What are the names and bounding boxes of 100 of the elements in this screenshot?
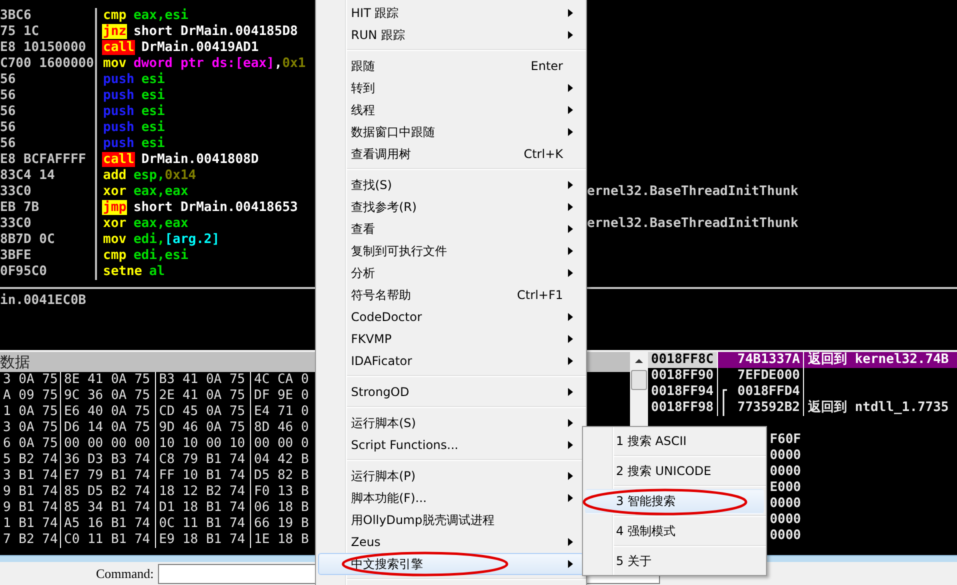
menu-item[interactable]: IDAFicator bbox=[318, 350, 584, 372]
submenu-arrow-icon bbox=[568, 106, 573, 114]
menu-item[interactable]: 中文搜索引擎 bbox=[318, 553, 584, 575]
stack-value: 0000 bbox=[770, 448, 801, 463]
submenu-arrow-icon bbox=[568, 203, 573, 211]
instruction-operands: edi,[arg.2] bbox=[133, 232, 220, 247]
menu-item[interactable]: 查看调用树 Ctrl+K bbox=[318, 143, 584, 165]
menu-item[interactable]: 4 强制模式 bbox=[585, 519, 764, 544]
scroll-thumb[interactable] bbox=[631, 370, 647, 390]
comment-text: ernel32.BaseThreadInitThunk bbox=[587, 184, 798, 199]
scroll-up-icon[interactable] bbox=[634, 358, 644, 364]
submenu-arrow-icon bbox=[568, 128, 573, 136]
submenu-arrow-icon bbox=[568, 472, 573, 480]
instruction-operands: eax,eax bbox=[133, 184, 188, 199]
instruction-mnemonic: push bbox=[102, 120, 136, 135]
hex-group: CD 45 0A 75 bbox=[156, 404, 251, 420]
instruction-operands: eax,esi bbox=[133, 8, 188, 23]
menu-item[interactable]: 查看 bbox=[318, 218, 584, 240]
instruction-operands: short DrMain.00418653 bbox=[133, 200, 298, 215]
submenu-arrow-icon bbox=[568, 247, 573, 255]
menu-item[interactable]: 数据窗口中跟随 bbox=[318, 121, 584, 143]
menu-item[interactable]: RUN 跟踪 bbox=[318, 24, 584, 46]
hex-bytes: 56 bbox=[0, 72, 16, 87]
menu-item[interactable]: 查找参考(R) bbox=[318, 196, 584, 218]
stack-value: 7EFDE000 bbox=[718, 368, 804, 384]
hex-bytes: 3BFE bbox=[0, 248, 32, 263]
instruction-mnemonic: mov bbox=[102, 232, 128, 247]
hex-group: E7 79 B1 74 bbox=[61, 468, 156, 484]
hex-bytes: 56 bbox=[0, 88, 16, 103]
hex-group: A5 16 B1 74 bbox=[61, 516, 156, 532]
instruction-operands: esi bbox=[141, 104, 165, 119]
hex-group: 6 0A 75 bbox=[0, 436, 61, 452]
hex-bytes: 0F95C0 bbox=[0, 264, 47, 279]
submenu-arrow-icon bbox=[568, 538, 573, 546]
hex-bytes: C700 1600000 bbox=[0, 56, 94, 71]
instruction-mnemonic: push bbox=[102, 104, 136, 119]
submenu-arrow-icon bbox=[568, 419, 573, 427]
stack-value: 773592B2 bbox=[718, 400, 804, 416]
instruction-mnemonic: jnz bbox=[102, 24, 128, 39]
hex-bytes: 33C0 bbox=[0, 216, 32, 231]
hex-bytes: 56 bbox=[0, 120, 16, 135]
submenu-arrow-icon bbox=[568, 84, 573, 92]
instruction-mnemonic: call bbox=[102, 40, 136, 55]
instruction-operands: esi bbox=[141, 88, 165, 103]
instruction-mnemonic: xor bbox=[102, 184, 128, 199]
instruction-operands: short DrMain.004185D8 bbox=[133, 24, 298, 39]
stack-value: 0000 bbox=[770, 496, 801, 511]
instruction-mnemonic: call bbox=[102, 152, 136, 167]
menu-item[interactable]: 转到 bbox=[318, 77, 584, 99]
instruction-mnemonic: setne bbox=[102, 264, 144, 279]
stack-value: F60F bbox=[770, 432, 801, 447]
menu-item[interactable]: 复制到可执行文件 bbox=[318, 240, 584, 262]
hex-group: 0C 11 B1 74 bbox=[156, 516, 251, 532]
instruction-mnemonic: push bbox=[102, 88, 136, 103]
stack-address: 0018FF8C bbox=[648, 352, 718, 368]
hex-group: D1 18 B1 74 bbox=[156, 500, 251, 516]
stack-comment: 返回到 kernel32.74B bbox=[808, 352, 949, 367]
menu-item[interactable]: HIT 跟踪 bbox=[318, 2, 584, 24]
hex-bytes: 75 1C bbox=[0, 24, 40, 39]
command-label: Command: bbox=[96, 566, 154, 582]
instruction-operands: DrMain.00419AD1 bbox=[141, 40, 259, 55]
hex-group: 3 B1 74 bbox=[0, 468, 61, 484]
hex-group: 85 D5 B2 74 bbox=[61, 484, 156, 500]
hex-bytes: E8 10150000 bbox=[0, 40, 86, 55]
menu-item[interactable]: 跟随 Enter bbox=[318, 55, 584, 77]
hex-bytes: 8B7D 0C bbox=[0, 232, 55, 247]
hex-group: 9D 46 0A 75 bbox=[156, 420, 251, 436]
instruction-mnemonic: push bbox=[102, 72, 136, 87]
instruction-mnemonic: push bbox=[102, 136, 136, 151]
menu-item[interactable]: 分析 bbox=[318, 262, 584, 284]
hex-bytes: E8 BCFAFFFF bbox=[0, 152, 86, 167]
hex-group: 1 0A 75 bbox=[0, 404, 61, 420]
hex-group: 18 12 B2 74 bbox=[156, 484, 251, 500]
submenu-arrow-icon bbox=[568, 560, 573, 568]
submenu-arrow-icon bbox=[568, 357, 573, 365]
submenu-arrow-icon bbox=[568, 313, 573, 321]
hex-group: E6 40 0A 75 bbox=[61, 404, 156, 420]
submenu-arrow-icon bbox=[568, 441, 573, 449]
menu-item[interactable]: FKVMP bbox=[318, 328, 584, 350]
menu-item[interactable]: 线程 bbox=[318, 99, 584, 121]
hex-group: D6 14 0A 75 bbox=[61, 420, 156, 436]
menu-item[interactable]: 3 智能搜索 bbox=[585, 489, 764, 514]
hex-group: A 09 75 bbox=[0, 388, 61, 404]
hex-group: 3 0A 75 bbox=[0, 420, 61, 436]
hex-group: 5 B2 74 bbox=[0, 452, 61, 468]
stack-value: E000 bbox=[770, 480, 801, 495]
menu-item[interactable]: CodeDoctor bbox=[318, 306, 584, 328]
menu-item[interactable]: 符号名帮助 Ctrl+F1 bbox=[318, 284, 584, 306]
hex-group: 1 B1 74 bbox=[0, 516, 61, 532]
stack-value: 0000 bbox=[770, 528, 801, 543]
hex-group: 36 D3 B3 74 bbox=[61, 452, 156, 468]
menu-item[interactable]: 查找(S) bbox=[318, 174, 584, 196]
menu-item[interactable]: 2 搜索 UNICODE bbox=[585, 459, 764, 484]
hex-group: 9 B1 74 bbox=[0, 500, 61, 516]
submenu-arrow-icon bbox=[568, 9, 573, 17]
menu-item[interactable]: 5 关于 bbox=[585, 549, 764, 574]
menu-item[interactable]: 1 搜索 ASCII bbox=[585, 429, 764, 454]
submenu-arrow-icon bbox=[568, 388, 573, 396]
hex-group: 9C 36 0A 75 bbox=[61, 388, 156, 404]
stack-value: 0018FFD4 bbox=[718, 384, 804, 400]
